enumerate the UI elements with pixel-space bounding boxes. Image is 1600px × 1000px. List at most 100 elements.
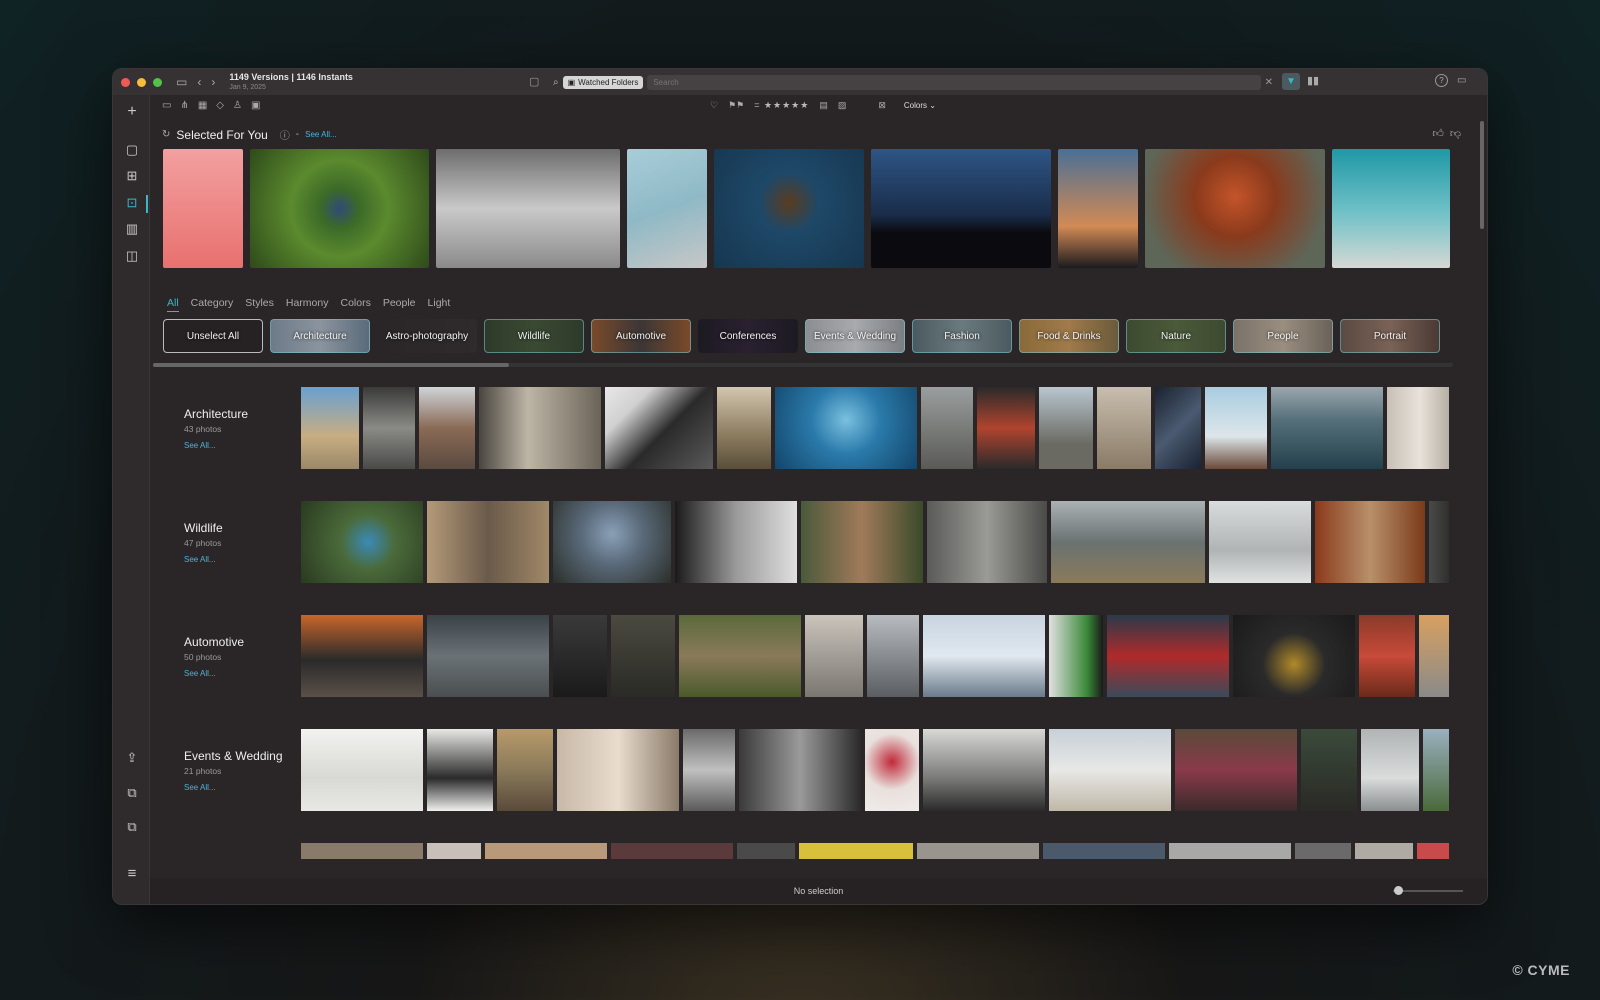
photo-thumbnail[interactable] xyxy=(1039,387,1093,469)
thumbs-down-icon[interactable]: 👎︎ xyxy=(1450,127,1461,140)
chip-automotive[interactable]: Automotive xyxy=(591,319,691,353)
flag-icon[interactable]: ⚑⚑ xyxy=(728,100,744,111)
help-icon[interactable]: ? xyxy=(1435,74,1448,87)
photo-thumbnail[interactable] xyxy=(1295,843,1351,859)
photo-thumbnail[interactable] xyxy=(611,615,675,697)
photo-thumbnail[interactable] xyxy=(1429,501,1449,583)
photo-thumbnail[interactable] xyxy=(923,729,1045,811)
info-icon[interactable]: ⓘ xyxy=(280,127,290,142)
photo-thumbnail[interactable] xyxy=(1233,615,1355,697)
chip-wildlife[interactable]: Wildlife xyxy=(484,319,584,353)
faces-icon[interactable]: ◫ xyxy=(123,248,141,264)
photo-thumbnail[interactable] xyxy=(675,501,797,583)
photo-thumbnail[interactable] xyxy=(301,501,423,583)
photo-thumbnail[interactable] xyxy=(427,615,549,697)
photo-thumbnail[interactable] xyxy=(717,387,771,469)
photo-thumbnail[interactable] xyxy=(1355,843,1413,859)
photo-thumbnail[interactable] xyxy=(301,843,423,859)
photo-thumbnail[interactable] xyxy=(427,729,493,811)
zoom-slider-knob[interactable] xyxy=(1394,886,1403,895)
hierarchy-icon[interactable]: ⋔ xyxy=(180,100,188,111)
photo-thumbnail[interactable] xyxy=(301,729,423,811)
photo-thumbnail[interactable] xyxy=(557,729,679,811)
photo-thumbnail[interactable] xyxy=(553,615,607,697)
chat-icon[interactable]: ▢ xyxy=(529,75,539,88)
photo-thumbnail[interactable] xyxy=(553,501,671,583)
close-window-button[interactable] xyxy=(121,77,130,87)
watched-folders-scope[interactable]: ▣ Watched Folders xyxy=(562,75,644,89)
photo-thumbnail[interactable] xyxy=(1209,501,1311,583)
photo-thumbnail[interactable] xyxy=(923,615,1045,697)
raw-icon[interactable]: ⊠ xyxy=(878,100,886,111)
photo-thumbnail[interactable] xyxy=(1051,501,1205,583)
featured-photo[interactable] xyxy=(627,149,707,268)
featured-photo[interactable] xyxy=(714,149,864,268)
chips-scrollbar[interactable] xyxy=(153,363,1453,367)
photo-thumbnail[interactable] xyxy=(427,501,549,583)
photo-thumbnail[interactable] xyxy=(1301,729,1357,811)
chip-astro-photography[interactable]: Astro-photography xyxy=(377,319,477,353)
photo-thumbnail[interactable] xyxy=(1271,387,1383,469)
photo-thumbnail[interactable] xyxy=(1423,729,1449,811)
main-scrollbar[interactable] xyxy=(1480,121,1484,229)
photo-thumbnail[interactable] xyxy=(1417,843,1449,859)
search-input[interactable] xyxy=(647,74,1261,90)
tab-people[interactable]: People xyxy=(383,297,416,312)
section-see-all-link[interactable]: See All... xyxy=(184,783,283,792)
tab-all[interactable]: All xyxy=(167,297,179,312)
photo-thumbnail[interactable] xyxy=(479,387,601,469)
tab-styles[interactable]: Styles xyxy=(245,297,274,312)
back-arrow-icon[interactable]: ‹ xyxy=(197,75,201,89)
photo-thumbnail[interactable] xyxy=(1361,729,1419,811)
minimize-window-button[interactable] xyxy=(137,77,146,87)
photo-thumbnail[interactable] xyxy=(977,387,1035,469)
featured-photo[interactable] xyxy=(163,149,243,268)
image-icon[interactable]: ▨ xyxy=(838,100,847,111)
photo-thumbnail[interactable] xyxy=(679,615,801,697)
photo-thumbnail[interactable] xyxy=(1175,729,1297,811)
photo-thumbnail[interactable] xyxy=(921,387,973,469)
import-icon[interactable]: ⧉ xyxy=(123,819,141,835)
export-icon[interactable]: ⧉ xyxy=(123,785,141,801)
featured-photo[interactable] xyxy=(436,149,620,268)
photo-thumbnail[interactable] xyxy=(497,729,553,811)
photo-thumbnail[interactable] xyxy=(485,843,607,859)
chip-architecture[interactable]: Architecture xyxy=(270,319,370,353)
menu-icon[interactable]: ≡ xyxy=(123,865,141,882)
share-icon[interactable]: ⇪ xyxy=(123,750,141,766)
smart-view-icon[interactable]: ⊡ xyxy=(123,195,141,211)
photo-thumbnail[interactable] xyxy=(1315,501,1425,583)
photo-thumbnail[interactable] xyxy=(683,729,735,811)
photo-thumbnail[interactable] xyxy=(419,387,475,469)
photo-thumbnail[interactable] xyxy=(363,387,415,469)
photo-thumbnail[interactable] xyxy=(865,729,919,811)
chip-fashion[interactable]: Fashion xyxy=(912,319,1012,353)
photo-thumbnail[interactable] xyxy=(1419,615,1449,697)
photo-thumbnail[interactable] xyxy=(427,843,481,859)
unselect-all-button[interactable]: Unselect All xyxy=(163,319,263,353)
video-icon[interactable]: ▤ xyxy=(819,100,828,111)
forward-arrow-icon[interactable]: › xyxy=(211,75,215,89)
section-see-all-link[interactable]: See All... xyxy=(184,669,244,678)
rating-filter[interactable]: = ★★★★★ xyxy=(754,100,809,111)
section-see-all-link[interactable]: See All... xyxy=(184,555,223,564)
photo-thumbnail[interactable] xyxy=(611,843,733,859)
photo-thumbnail[interactable] xyxy=(927,501,1047,583)
section-see-all-link[interactable]: See All... xyxy=(184,441,248,450)
refresh-icon[interactable]: ↻ xyxy=(162,129,170,140)
clear-search-icon[interactable]: ✕ xyxy=(1265,77,1273,88)
tab-category[interactable]: Category xyxy=(191,297,234,312)
thumbs-up-icon[interactable]: 👍︎ xyxy=(1432,127,1444,140)
chip-people[interactable]: People xyxy=(1233,319,1333,353)
photo-thumbnail[interactable] xyxy=(737,843,795,859)
photo-thumbnail[interactable] xyxy=(805,615,863,697)
chip-food-drinks[interactable]: Food & Drinks xyxy=(1019,319,1119,353)
map-icon[interactable]: ▥ xyxy=(123,221,141,237)
photo-thumbnail[interactable] xyxy=(301,387,359,469)
photo-thumbnail[interactable] xyxy=(301,615,423,697)
tag-icon[interactable]: ◇ xyxy=(216,100,224,111)
photo-thumbnail[interactable] xyxy=(1097,387,1151,469)
featured-photo[interactable] xyxy=(871,149,1051,268)
zoom-window-button[interactable] xyxy=(153,77,162,87)
chip-conferences[interactable]: Conferences xyxy=(698,319,798,353)
